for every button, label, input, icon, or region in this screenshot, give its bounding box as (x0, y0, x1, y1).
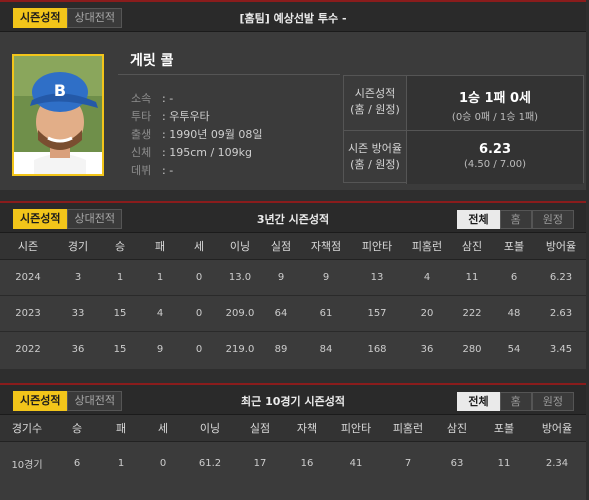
col-header: 승 (100, 233, 140, 260)
filter-away[interactable]: 원정 (531, 392, 574, 411)
col-header: 자책 (284, 415, 330, 442)
col-header: 경기 (56, 233, 100, 260)
info-throws-bats: 투타: 우투우타 (131, 110, 210, 123)
col-header: 경기수 (0, 415, 54, 442)
col-header: 실점 (236, 415, 284, 442)
player-info-list: 소속: - 투타: 우투우타 출생: 1990년 09월 08일 신체: 195… (131, 90, 263, 180)
col-header: 실점 (262, 233, 300, 260)
three-year-stats-panel: 시즌성적 상대전적 3년간 시즌성적 전체 홈 원정 시즌 경기 승 패 세 이… (0, 201, 586, 369)
filter-away[interactable]: 원정 (531, 210, 574, 229)
col-header: 방어율 (528, 415, 586, 442)
filter-home[interactable]: 홈 (499, 392, 532, 411)
season-era-row: 시즌 방어율 (홈 / 원정) 6.23 (4.50 / 7.00) (344, 130, 583, 184)
recent-table: 경기수 승 패 세 이닝 실점 자책 피안타 피홈런 삼진 포볼 방어율 10경… (0, 415, 586, 485)
season-era-value: 6.23 (478, 142, 512, 157)
filter-all[interactable]: 전체 (457, 392, 500, 411)
season-record-label: 시즌성적 (354, 87, 396, 100)
col-header: 방어율 (536, 233, 586, 260)
profile-header: 시즌성적 상대전적 [홈팀] 예상선발 투수 - (0, 2, 586, 32)
three-year-header: 시즌성적 상대전적 3년간 시즌성적 전체 홈 원정 (0, 203, 586, 233)
info-birth: 출생: 1990년 09월 08일 (131, 128, 263, 141)
season-era-sublabel: (홈 / 원정) (350, 158, 400, 171)
col-header: 패 (100, 415, 142, 442)
col-header: 시즌 (0, 233, 56, 260)
col-header: 패 (140, 233, 180, 260)
table-header-row: 시즌 경기 승 패 세 이닝 실점 자책점 피안타 피홈런 삼진 포볼 방어율 (0, 233, 586, 260)
info-body: 신체: 195cm / 109kg (131, 146, 253, 159)
filter-home[interactable]: 홈 (499, 210, 532, 229)
season-era-label: 시즌 방어율 (347, 142, 403, 155)
col-header: 피홈런 (402, 233, 452, 260)
profile-title: [홈팀] 예상선발 투수 - (239, 12, 347, 25)
table-row: 2024 3 1 1 0 13.0 9 9 13 4 11 6 6.23 (0, 258, 586, 295)
player-photo: B (12, 54, 104, 176)
season-record-split: (0승 0패 / 1승 1패) (451, 112, 539, 123)
season-record-value: 1승 1패 0세 (458, 91, 532, 106)
recent-10-games-panel: 시즌성적 상대전적 최근 10경기 시즌성적 전체 홈 원정 경기수 승 패 세… (0, 383, 586, 500)
col-header: 피안타 (352, 233, 402, 260)
filter-all[interactable]: 전체 (457, 210, 500, 229)
player-name: 게릿 콜 (130, 53, 174, 69)
col-header: 자책점 (300, 233, 352, 260)
col-header: 삼진 (452, 233, 492, 260)
info-debut: 데뷔: - (131, 164, 174, 177)
table-row: 2022 36 15 9 0 219.0 89 84 168 36 280 54 3.45 (0, 330, 586, 367)
season-record-sublabel: (홈 / 원정) (350, 103, 400, 116)
table-header-row: 경기수 승 패 세 이닝 실점 자책 피안타 피홈런 삼진 포볼 방어율 (0, 415, 586, 442)
col-header: 승 (54, 415, 100, 442)
season-era-split: (4.50 / 7.00) (463, 159, 527, 170)
table-row: 10경기 6 1 0 61.2 17 16 41 7 63 11 2.34 (0, 440, 586, 485)
three-year-filter: 전체 홈 원정 (457, 210, 574, 229)
recent-header: 시즌성적 상대전적 최근 10경기 시즌성적 전체 홈 원정 (0, 385, 586, 415)
col-header: 피홈런 (382, 415, 434, 442)
info-team: 소속: - (131, 92, 174, 105)
col-header: 세 (142, 415, 184, 442)
svg-text:B: B (54, 81, 66, 100)
table-row: 2023 33 15 4 0 209.0 64 61 157 20 222 48 2.63 (0, 294, 586, 331)
player-photo-image: B (14, 56, 102, 174)
col-header: 이닝 (184, 415, 236, 442)
col-header: 삼진 (434, 415, 480, 442)
three-year-table: 시즌 경기 승 패 세 이닝 실점 자책점 피안타 피홈런 삼진 포볼 방어율 … (0, 233, 586, 367)
col-header: 이닝 (218, 233, 262, 260)
recent-filter: 전체 홈 원정 (457, 392, 574, 411)
pitcher-profile-panel: 시즌성적 상대전적 [홈팀] 예상선발 투수 - B 게릿 콜 소속: - 투타… (0, 0, 586, 190)
name-divider (118, 74, 340, 75)
col-header: 피안타 (330, 415, 382, 442)
season-record-row: 시즌성적 (홈 / 원정) 1승 1패 0세 (0승 0패 / 1승 1패) (344, 76, 583, 130)
season-summary-box: 시즌성적 (홈 / 원정) 1승 1패 0세 (0승 0패 / 1승 1패) 시… (343, 75, 584, 184)
col-header: 포볼 (480, 415, 528, 442)
col-header: 세 (180, 233, 218, 260)
col-header: 포볼 (492, 233, 536, 260)
